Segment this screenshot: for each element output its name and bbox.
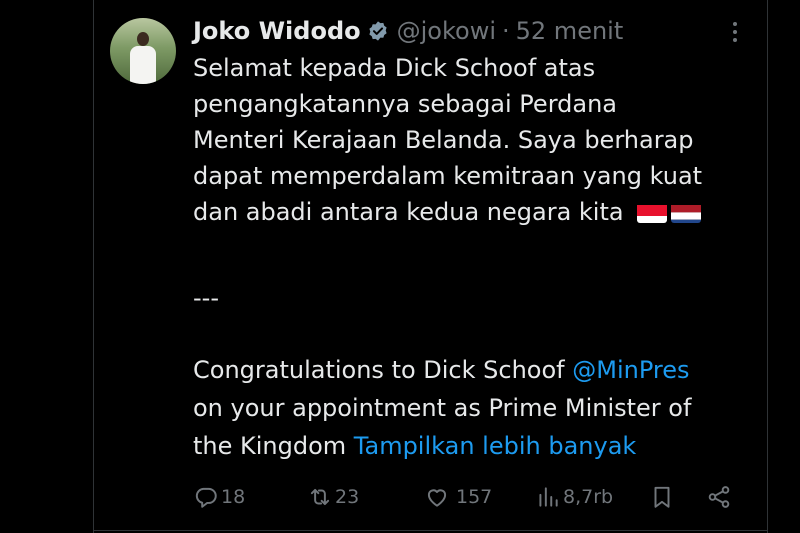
timeline-border-left (93, 0, 94, 533)
like-count: 157 (456, 486, 493, 508)
repost-button[interactable]: 23 (307, 480, 359, 514)
avatar-person-head (137, 32, 149, 46)
timestamp[interactable]: 52 menit (516, 17, 624, 45)
tweet-en-line-1-text: Congratulations to Dick Schoof (193, 356, 573, 384)
views-icon (539, 487, 558, 507)
avatar[interactable] (110, 18, 176, 84)
repost-count: 23 (335, 486, 360, 508)
tweet-header: Joko Widodo @jokowi · 52 menit (193, 14, 623, 48)
tweet-border-bottom (93, 530, 768, 531)
repost-icon (310, 488, 330, 506)
tweet-line-5-text: dan abadi antara kedua negara kita (193, 198, 624, 226)
bookmark-icon (654, 486, 670, 508)
reply-icon (195, 487, 217, 508)
share-icon (708, 486, 730, 508)
tweet-en-line-2: on your appointment as Prime Minister of (193, 394, 692, 422)
tweet-en-line-3: the Kingdom Tampilkan lebih banyak (193, 428, 773, 464)
tweet-en-line-3-text: the Kingdom (193, 432, 354, 460)
reply-count: 18 (221, 486, 246, 508)
share-button[interactable] (706, 480, 732, 514)
like-icon (427, 489, 447, 507)
show-more-link[interactable]: Tampilkan lebih banyak (354, 432, 637, 460)
verified-badge-icon[interactable] (367, 20, 389, 42)
bookmark-button[interactable] (649, 480, 675, 514)
avatar-person-body (130, 46, 156, 84)
indonesia-flag-icon (637, 201, 668, 223)
author-name[interactable]: Joko Widodo (193, 17, 361, 45)
mention-minpres-link[interactable]: @MinPres (572, 356, 689, 384)
tweet-line-5: dan abadi antara kedua negara kita (193, 194, 773, 230)
author-handle[interactable]: @jokowi (397, 17, 496, 45)
reply-button[interactable]: 18 (193, 480, 245, 514)
netherlands-flag-icon (671, 201, 702, 223)
tweet-line-2: pengangkatannya sebagai Perdana (193, 90, 617, 118)
like-button[interactable]: 157 (424, 480, 492, 514)
tweet-actions: 18 23 157 8,7rb (193, 480, 753, 514)
views-button[interactable]: 8,7rb (535, 480, 613, 514)
tweet-line-4: dapat memperdalam kemitraan yang kuat (193, 162, 703, 190)
tweet-line-1: Selamat kepada Dick Schoof atas (193, 54, 596, 82)
tweet-en-line-1: Congratulations to Dick Schoof @MinPres (193, 352, 773, 388)
tweet-separator-line: --- (193, 284, 219, 312)
views-count: 8,7rb (563, 486, 614, 508)
more-icon[interactable] (724, 18, 746, 46)
tweet-line-3: Menteri Kerajaan Belanda. Saya berharap (193, 126, 694, 154)
separator-dot: · (502, 17, 510, 45)
